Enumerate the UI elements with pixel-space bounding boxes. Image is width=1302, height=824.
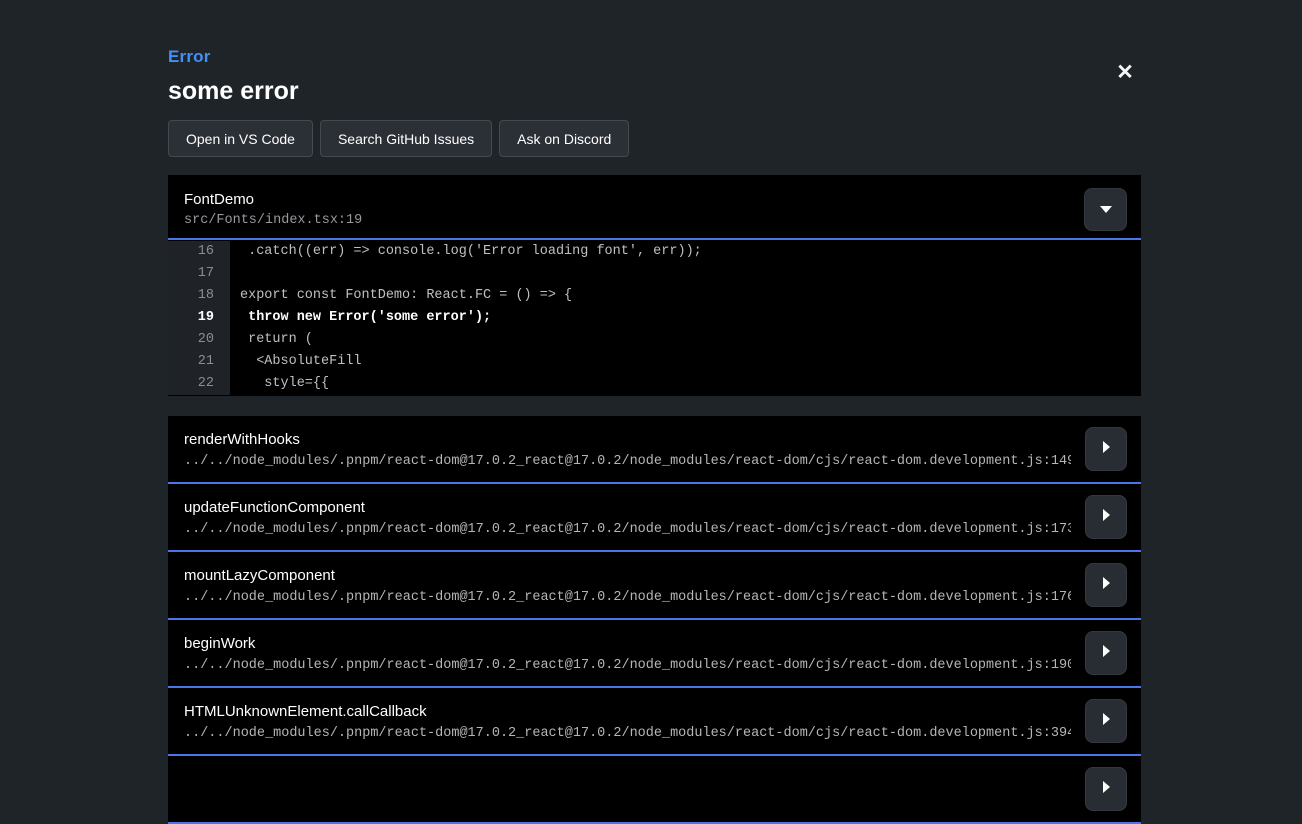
code-line-highlighted: 19 throw new Error('some error'); [168, 307, 1141, 329]
stack-frame-row: HTMLUnknownElement.callCallback ../../no… [168, 688, 1141, 756]
expand-stack-frame-button[interactable] [1085, 563, 1127, 607]
line-number: 22 [168, 373, 230, 395]
open-in-vscode-button[interactable]: Open in VS Code [168, 120, 313, 157]
stack-frame-name: beginWork [184, 635, 1071, 652]
code-text: throw new Error('some error'); [230, 307, 491, 329]
caret-right-icon [1101, 508, 1111, 527]
error-message-title: some error [168, 77, 299, 106]
code-text [230, 263, 240, 285]
stack-frame-row-partial [168, 756, 1141, 824]
stack-frame-name: HTMLUnknownElement.callCallback [184, 703, 1071, 720]
code-line: 18 export const FontDemo: React.FC = () … [168, 285, 1141, 307]
code-frame-location: src/Fonts/index.tsx:19 [184, 213, 1125, 228]
code-line: 20 return ( [168, 329, 1141, 351]
line-number: 16 [168, 241, 230, 263]
stack-frame-path: ../../node_modules/.pnpm/react-dom@17.0.… [184, 454, 1071, 469]
line-number: 21 [168, 351, 230, 373]
stack-frame-name: mountLazyComponent [184, 567, 1071, 584]
code-frame-header: FontDemo src/Fonts/index.tsx:19 [168, 175, 1141, 240]
expand-stack-frame-button[interactable] [1085, 699, 1127, 743]
code-line: 17 [168, 263, 1141, 285]
stack-frame-row: renderWithHooks ../../node_modules/.pnpm… [168, 416, 1141, 484]
stack-frame-path: ../../node_modules/.pnpm/react-dom@17.0.… [184, 590, 1071, 605]
code-line: 22 style={{ [168, 373, 1141, 395]
caret-right-icon [1101, 440, 1111, 459]
code-lines: 16 .catch((err) => console.log('Error lo… [168, 240, 1141, 396]
ask-on-discord-button[interactable]: Ask on Discord [499, 120, 629, 157]
stack-frame-path: ../../node_modules/.pnpm/react-dom@17.0.… [184, 658, 1071, 673]
stack-frame-name: renderWithHooks [184, 431, 1071, 448]
caret-right-icon [1101, 712, 1111, 731]
collapse-code-frame-button[interactable] [1084, 188, 1127, 231]
error-kicker: Error [168, 47, 211, 67]
code-line: 16 .catch((err) => console.log('Error lo… [168, 241, 1141, 263]
line-number: 20 [168, 329, 230, 351]
caret-down-icon [1099, 201, 1113, 219]
search-github-issues-button[interactable]: Search GitHub Issues [320, 120, 492, 157]
code-text: style={{ [230, 373, 329, 395]
line-number: 18 [168, 285, 230, 307]
stack-frame-path: ../../node_modules/.pnpm/react-dom@17.0.… [184, 522, 1071, 537]
code-frame-panel: FontDemo src/Fonts/index.tsx:19 16 .catc… [168, 175, 1141, 396]
code-text: .catch((err) => console.log('Error loadi… [230, 241, 702, 263]
line-number: 19 [168, 307, 230, 329]
stack-frame-row: beginWork ../../node_modules/.pnpm/react… [168, 620, 1141, 688]
expand-stack-frame-button[interactable] [1085, 631, 1127, 675]
expand-stack-frame-button[interactable] [1085, 767, 1127, 811]
code-line: 21 <AbsoluteFill [168, 351, 1141, 373]
code-frame-function-name: FontDemo [184, 191, 1125, 208]
caret-right-icon [1101, 576, 1111, 595]
code-text: <AbsoluteFill [230, 351, 362, 373]
stack-frame-row: mountLazyComponent ../../node_modules/.p… [168, 552, 1141, 620]
stack-frame-name: updateFunctionComponent [184, 499, 1071, 516]
code-text: export const FontDemo: React.FC = () => … [230, 285, 572, 307]
caret-right-icon [1101, 780, 1111, 799]
expand-stack-frame-button[interactable] [1085, 427, 1127, 471]
code-text: return ( [230, 329, 313, 351]
close-icon[interactable]: ✕ [1110, 57, 1140, 87]
stack-frame-row: updateFunctionComponent ../../node_modul… [168, 484, 1141, 552]
stack-frame-path: ../../node_modules/.pnpm/react-dom@17.0.… [184, 726, 1071, 741]
caret-right-icon [1101, 644, 1111, 663]
stack-trace-list: renderWithHooks ../../node_modules/.pnpm… [168, 416, 1141, 824]
expand-stack-frame-button[interactable] [1085, 495, 1127, 539]
action-buttons: Open in VS Code Search GitHub Issues Ask… [168, 120, 629, 157]
line-number: 17 [168, 263, 230, 285]
